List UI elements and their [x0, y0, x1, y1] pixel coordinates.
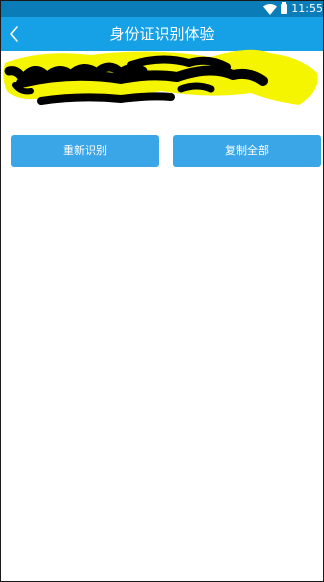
action-buttons: 重新识别 复制全部 — [11, 135, 321, 167]
phone-screen: 11:55 身份证识别体验 重新识别 复制全部 — [0, 0, 324, 582]
battery-icon — [281, 2, 288, 14]
recognition-result — [1, 43, 323, 113]
status-icons: 11:55 — [263, 1, 323, 17]
copy-all-button[interactable]: 复制全部 — [173, 135, 321, 167]
redaction-scribble — [3, 49, 318, 105]
status-bar: 11:55 — [1, 1, 323, 17]
rescan-button[interactable]: 重新识别 — [11, 135, 159, 167]
status-time: 11:55 — [291, 2, 323, 15]
wifi-icon — [263, 3, 278, 15]
